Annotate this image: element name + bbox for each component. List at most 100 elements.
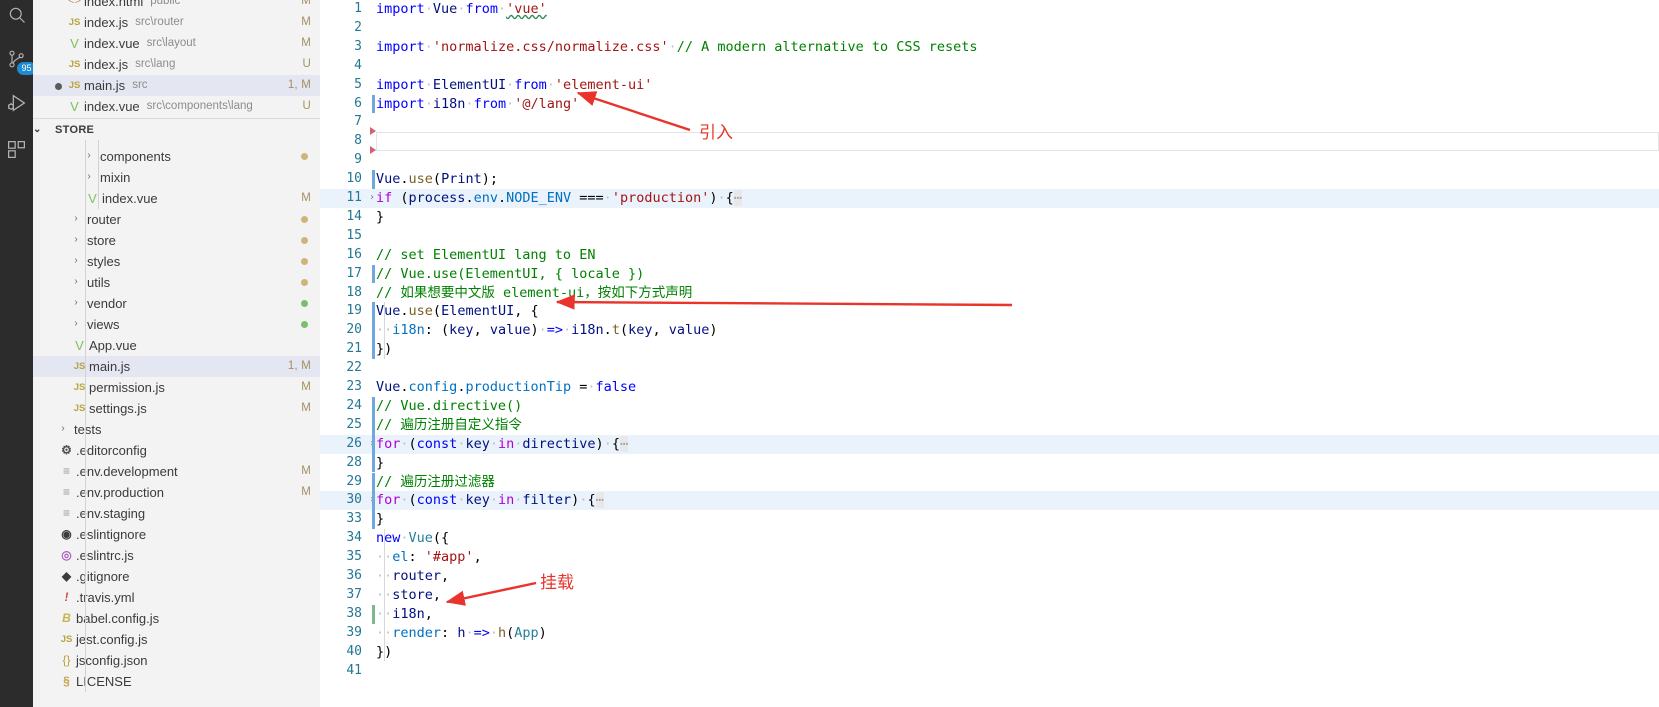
- tree-file-row[interactable]: JS jest.config.js: [33, 629, 320, 650]
- open-editor-row[interactable]: <> index.html public M: [33, 0, 320, 12]
- tree-folder-row[interactable]: › vendor: [33, 293, 320, 314]
- tree-file-row[interactable]: ◆ .gitignore: [33, 566, 320, 587]
- code-line[interactable]: 3 import·'normalize.css/normalize.css'·//…: [320, 38, 1659, 57]
- code-line[interactable]: 23 Vue.config.productionTip =·false: [320, 378, 1659, 397]
- code-line[interactable]: 9: [320, 151, 1659, 170]
- line-number[interactable]: 34: [320, 529, 362, 548]
- tree-file-row[interactable]: JS main.js 1, M: [33, 356, 320, 377]
- code-line[interactable]: 14}: [320, 208, 1659, 227]
- code-line[interactable]: 18 // 如果想要中文版 element-ui，按如下方式声明: [320, 284, 1659, 303]
- line-number[interactable]: 29: [320, 473, 362, 492]
- line-number[interactable]: 30: [320, 491, 362, 510]
- extensions-icon[interactable]: [0, 128, 33, 170]
- tree-file-row[interactable]: Bbabel.config.js: [33, 608, 320, 629]
- code-line[interactable]: 24 // Vue.directive(): [320, 396, 1659, 416]
- line-number[interactable]: 37: [320, 586, 362, 605]
- code-line[interactable]: 41: [320, 662, 1659, 681]
- line-number[interactable]: 18: [320, 284, 362, 303]
- line-number[interactable]: 10: [320, 170, 362, 189]
- line-number[interactable]: 8: [320, 132, 362, 151]
- code-line[interactable]: 19 Vue.use(ElementUI, {: [320, 302, 1659, 322]
- line-number[interactable]: 39: [320, 624, 362, 643]
- line-number[interactable]: 16: [320, 246, 362, 265]
- line-number[interactable]: 2: [320, 19, 362, 38]
- code-line[interactable]: 35 ··el: '#app',: [320, 548, 1659, 567]
- code-line[interactable]: 33}: [320, 510, 1659, 530]
- line-number[interactable]: 11: [320, 189, 362, 208]
- tree-file-row[interactable]: ◎ .eslintrc.js: [33, 545, 320, 566]
- tree-file-row[interactable]: § LICENSE: [33, 671, 320, 692]
- sidebar-section-store[interactable]: ⌄ STORE: [33, 118, 320, 141]
- code-line[interactable]: 2: [320, 19, 1659, 38]
- code-line[interactable]: 16 // set ElementUI lang to EN: [320, 246, 1659, 265]
- code-line[interactable]: 17 // Vue.use(ElementUI, { locale }): [320, 264, 1659, 284]
- line-number[interactable]: 9: [320, 151, 362, 170]
- line-number[interactable]: 14: [320, 208, 362, 227]
- line-number[interactable]: 33: [320, 510, 362, 529]
- tree-folder-row[interactable]: › router: [33, 209, 320, 230]
- line-number[interactable]: 1: [320, 0, 362, 19]
- code-line[interactable]: 30›for·(const·key·in·filter)·{⋯: [320, 491, 1659, 511]
- tree-folder-row[interactable]: › tests: [33, 419, 320, 440]
- tree-file-row[interactable]: ◉ .eslintignore: [33, 524, 320, 545]
- line-number[interactable]: 17: [320, 265, 362, 284]
- tree-folder-row[interactable]: › views: [33, 314, 320, 335]
- tree-file-row[interactable]: ≡ .env.production M: [33, 482, 320, 503]
- line-number[interactable]: 28: [320, 454, 362, 473]
- tree-file-row[interactable]: ≡ .env.development M: [33, 461, 320, 482]
- code-line[interactable]: 10 Vue.use(Print);: [320, 170, 1659, 189]
- code-line[interactable]: 37 ··store,: [320, 586, 1659, 605]
- tree-folder-row[interactable]: › store: [33, 230, 320, 251]
- code-line[interactable]: 29 // 遍历注册过滤器: [320, 472, 1659, 492]
- code-line[interactable]: 1 import·Vue·from·'vue': [320, 0, 1659, 19]
- search-icon[interactable]: [0, 0, 33, 36]
- line-number[interactable]: 38: [320, 605, 362, 624]
- open-editor-row[interactable]: JS index.js src\router M: [33, 12, 320, 33]
- code-line[interactable]: 39 ··render: h·=>·h(App): [320, 624, 1659, 643]
- line-number[interactable]: 35: [320, 548, 362, 567]
- line-number[interactable]: 26: [320, 435, 362, 454]
- source-control-icon[interactable]: 95: [0, 38, 36, 80]
- line-number[interactable]: 6: [320, 95, 362, 114]
- open-editor-row[interactable]: Vindex.vue src\layout M: [33, 33, 320, 54]
- code-editor[interactable]: 1 import·Vue·from·'vue' 2 3 import·'normaliz…: [320, 0, 1659, 707]
- code-line[interactable]: 6 import·i18n·from·'@/lang': [320, 94, 1659, 114]
- tree-file-row[interactable]: ≡ .env.staging: [33, 503, 320, 524]
- code-line[interactable]: 4: [320, 57, 1659, 76]
- tree-folder-row[interactable]: › components: [33, 146, 320, 167]
- line-number[interactable]: 5: [320, 76, 362, 95]
- code-line[interactable]: 36 ··router,: [320, 567, 1659, 586]
- open-editor-row[interactable]: Vindex.vue src\components\lang U: [33, 96, 320, 117]
- line-number[interactable]: 7: [320, 113, 362, 132]
- tree-file-row[interactable]: ! .travis.yml: [33, 587, 320, 608]
- tree-folder-row[interactable]: › styles: [33, 251, 320, 272]
- tree-file-row[interactable]: JS permission.js M: [33, 377, 320, 398]
- tree-file-row[interactable]: ⚙ .editorconfig: [33, 440, 320, 461]
- code-line[interactable]: 15: [320, 227, 1659, 246]
- line-number[interactable]: 15: [320, 227, 362, 246]
- code-line[interactable]: 40}): [320, 643, 1659, 662]
- line-number[interactable]: 25: [320, 416, 362, 435]
- tree-file-row[interactable]: {} jsconfig.json: [33, 650, 320, 671]
- line-number[interactable]: 24: [320, 397, 362, 416]
- code-line[interactable]: 5 import·ElementUI·from·'element-ui': [320, 76, 1659, 95]
- line-number[interactable]: 22: [320, 359, 362, 378]
- code-line[interactable]: 20 ··i18n: (key, value)·=>·i18n.t(key, va…: [320, 321, 1659, 341]
- code-line[interactable]: 34 new·Vue({: [320, 529, 1659, 548]
- code-line[interactable]: 28}: [320, 453, 1659, 473]
- open-editor-row[interactable]: JS main.js src 1, M: [33, 75, 320, 96]
- tree-folder-row[interactable]: › mixin: [33, 167, 320, 188]
- code-line[interactable]: 21}): [320, 340, 1659, 360]
- tree-file-row[interactable]: JS settings.js M: [33, 398, 320, 419]
- tree-file-row[interactable]: Vindex.vue M: [33, 188, 320, 209]
- code-line[interactable]: 38··i18n,: [320, 604, 1659, 624]
- line-number[interactable]: 3: [320, 38, 362, 57]
- line-number[interactable]: 21: [320, 340, 362, 359]
- line-number[interactable]: 41: [320, 662, 362, 681]
- line-number[interactable]: 40: [320, 643, 362, 662]
- line-number[interactable]: 23: [320, 378, 362, 397]
- line-number[interactable]: 36: [320, 567, 362, 586]
- code-line[interactable]: 8: [320, 132, 1659, 155]
- tree-folder-row[interactable]: › utils: [33, 272, 320, 293]
- line-number[interactable]: 20: [320, 321, 362, 340]
